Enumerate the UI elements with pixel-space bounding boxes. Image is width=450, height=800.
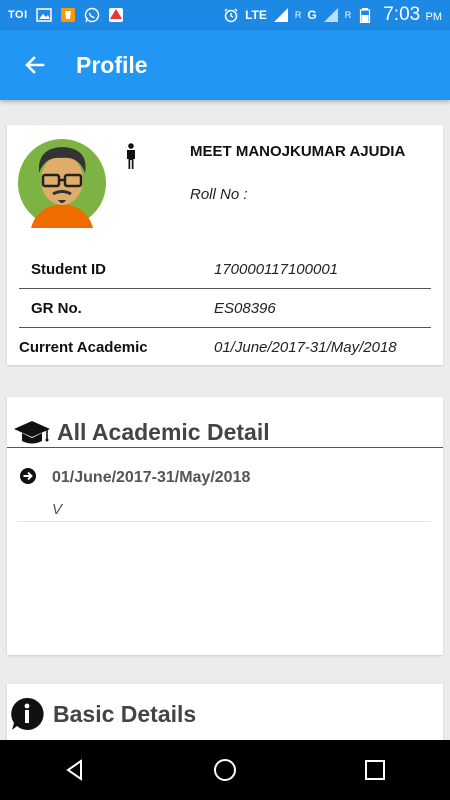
- academic-period: 01/June/2017-31/May/2018: [52, 469, 251, 486]
- info-icon: [11, 697, 44, 730]
- gallery-notification-icon: [35, 8, 52, 22]
- whatsapp-notification-icon: [84, 7, 99, 23]
- battery-icon: [360, 8, 371, 23]
- app-bar: Profile: [0, 30, 450, 100]
- nav-back-button[interactable]: [45, 740, 105, 800]
- current-academic-value: 01/June/2017-31/May/2018: [214, 338, 397, 356]
- back-button[interactable]: [0, 30, 70, 100]
- page-title: Profile: [76, 51, 148, 78]
- arrow-left-icon: [25, 56, 45, 74]
- clock: 7:03 PM: [383, 4, 442, 25]
- news-app-notification-icon: [108, 8, 123, 22]
- nav-recents-button[interactable]: [345, 740, 405, 800]
- roll-number: Roll No :: [190, 186, 248, 203]
- status-bar: TOI LTE R G R 7:03 PM: [0, 0, 450, 30]
- basic-details-title: Basic Details: [53, 700, 197, 727]
- student-id-row: Student ID 170000117100001: [19, 250, 431, 289]
- signal-icon-2: [323, 8, 338, 22]
- current-academic-label: Current Academic: [19, 338, 148, 356]
- circle-home-icon: [214, 759, 236, 781]
- academic-section-header: All Academic Detail: [7, 417, 443, 448]
- lte-indicator: LTE: [245, 8, 267, 22]
- academic-standard: V: [52, 501, 63, 518]
- academic-section-title: All Academic Detail: [57, 418, 270, 445]
- square-recents-icon: [365, 760, 385, 780]
- food-app-notification-icon: [60, 8, 75, 22]
- basic-details-header: Basic Details: [7, 696, 196, 732]
- roaming-indicator-2: R: [344, 10, 352, 20]
- nav-home-button[interactable]: [195, 740, 255, 800]
- alarm-icon: [224, 8, 238, 23]
- basic-details-card: Basic Details: [7, 684, 443, 744]
- signal-icon-1: [273, 8, 288, 22]
- avatar: [18, 139, 106, 228]
- network-2-indicator: G: [307, 8, 317, 22]
- profile-card: MEET MANOJKUMAR AJUDIA Roll No : Student…: [7, 125, 443, 365]
- academic-card: All Academic Detail 01/June/2017-31/May/…: [7, 397, 443, 655]
- male-icon: [127, 143, 135, 169]
- graduation-cap-icon: [14, 421, 50, 444]
- arrow-right-circle-icon: [20, 468, 36, 484]
- roaming-indicator-1: R: [294, 10, 302, 20]
- student-id-label: Student ID: [31, 260, 106, 278]
- system-navigation-bar: [0, 740, 450, 800]
- toi-notification-icon: TOI: [8, 9, 28, 21]
- current-academic-row: Current Academic 01/June/2017-31/May/201…: [19, 328, 431, 366]
- gr-number-label: GR No.: [31, 299, 82, 317]
- gr-number-value: ES08396: [214, 299, 276, 317]
- student-name: MEET MANOJKUMAR AJUDIA: [190, 143, 406, 160]
- triangle-back-icon: [66, 759, 82, 781]
- academic-list-item[interactable]: 01/June/2017-31/May/2018 V: [17, 463, 431, 522]
- student-id-value: 170000117100001: [214, 260, 339, 278]
- gr-number-row: GR No. ES08396: [19, 289, 431, 328]
